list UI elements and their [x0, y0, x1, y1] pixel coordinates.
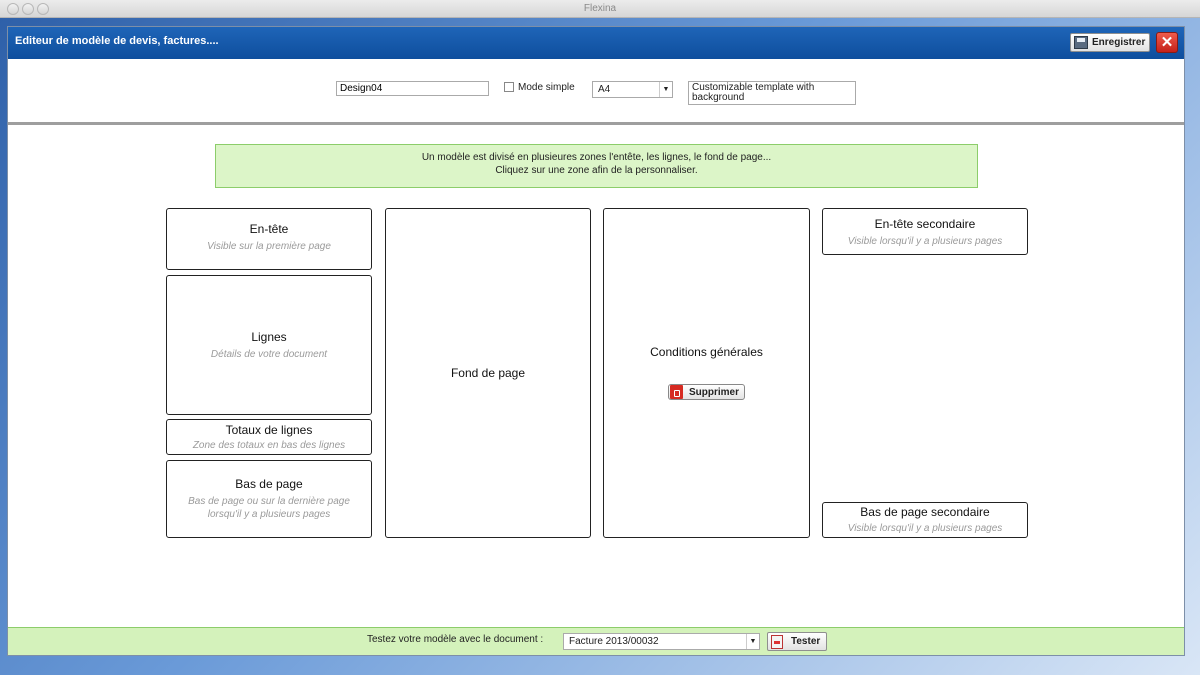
close-button[interactable]: ✕ [1156, 32, 1178, 53]
test-document-select[interactable]: Facture 2013/00032 ▼ [563, 633, 760, 650]
zone-bas-subtitle-2: lorsqu'il y a plusieurs pages [207, 509, 331, 520]
chevron-down-icon: ▼ [659, 82, 672, 97]
dialog-header: Editeur de modèle de devis, factures....… [8, 27, 1184, 59]
zone-conditions-title: Conditions générales [650, 345, 763, 359]
zone-en-tete-title: En-tête [249, 222, 289, 236]
zone-bas-secondaire-title: Bas de page secondaire [860, 505, 990, 519]
save-button[interactable]: Enregistrer [1070, 33, 1150, 52]
zone-totaux-subtitle: Zone des totaux en bas des lignes [192, 440, 346, 451]
save-button-label: Enregistrer [1092, 37, 1146, 48]
test-bar: Testez votre modèle avec le document : F… [8, 627, 1184, 655]
info-banner: Un modèle est divisé en plusieures zones… [215, 144, 978, 188]
zone-en-tete[interactable]: En-tête Visible sur la première page [166, 208, 372, 270]
template-description-field[interactable]: Customizable template with background [688, 81, 856, 105]
delete-button-label: Supprimer [688, 386, 739, 398]
zone-fond-de-page[interactable]: Fond de page [385, 208, 591, 538]
info-line-1: Un modèle est divisé en plusieures zones… [421, 152, 772, 163]
floppy-disk-icon [1074, 36, 1088, 49]
zone-lignes-subtitle: Détails de votre document [210, 348, 328, 360]
zone-fond-title: Fond de page [450, 366, 526, 380]
info-line-2: Cliquez sur une zone afin de la personna… [495, 165, 698, 176]
zone-lignes[interactable]: Lignes Détails de votre document [166, 275, 372, 415]
template-toolbar: Mode simple A4 ▼ Customizable template w… [8, 59, 1184, 125]
zone-lignes-title: Lignes [251, 329, 287, 344]
zone-totaux-lignes[interactable]: Totaux de lignes Zone des totaux en bas … [166, 419, 372, 455]
zone-en-tete-secondaire-subtitle: Visible lorsqu'il y a plusieurs pages [847, 236, 1003, 247]
mode-simple-label: Mode simple [518, 82, 575, 93]
zone-en-tete-secondaire[interactable]: En-tête secondaire Visible lorsqu'il y a… [822, 208, 1028, 255]
page-format-select[interactable]: A4 ▼ [592, 81, 673, 98]
zone-bas-de-page-secondaire[interactable]: Bas de page secondaire Visible lorsqu'il… [822, 502, 1028, 538]
design-name-input[interactable] [336, 81, 489, 96]
test-document-label: Testez votre modèle avec le document : [367, 634, 544, 645]
test-document-value: Facture 2013/00032 [569, 636, 659, 647]
chevron-down-icon: ▼ [746, 634, 759, 649]
zone-en-tete-secondaire-title: En-tête secondaire [874, 217, 976, 231]
dialog-title: Editeur de modèle de devis, factures.... [15, 35, 219, 47]
zone-bas-de-page[interactable]: Bas de page Bas de page ou sur la derniè… [166, 460, 372, 538]
zone-conditions-generales[interactable]: Conditions générales Supprimer [603, 208, 810, 538]
test-button-label: Tester [791, 636, 821, 647]
delete-button[interactable]: Supprimer [667, 384, 745, 400]
mode-simple-checkbox[interactable] [504, 82, 514, 92]
test-button[interactable]: Tester [767, 632, 827, 651]
window-title: Flexina [583, 3, 617, 14]
pdf-icon [771, 634, 783, 649]
window-titlebar: Flexina [0, 0, 1200, 18]
page-format-value: A4 [598, 84, 611, 95]
template-editor-dialog: Editeur de modèle de devis, factures....… [7, 26, 1185, 656]
zone-bas-subtitle-1: Bas de page ou sur la dernière page [188, 496, 350, 507]
zone-bas-title: Bas de page [235, 477, 303, 491]
zone-bas-secondaire-subtitle: Visible lorsqu'il y a plusieurs pages [847, 523, 1003, 534]
trash-icon [669, 385, 683, 399]
zone-en-tete-subtitle: Visible sur la première page [207, 241, 331, 252]
zone-totaux-title: Totaux de lignes [225, 423, 313, 437]
